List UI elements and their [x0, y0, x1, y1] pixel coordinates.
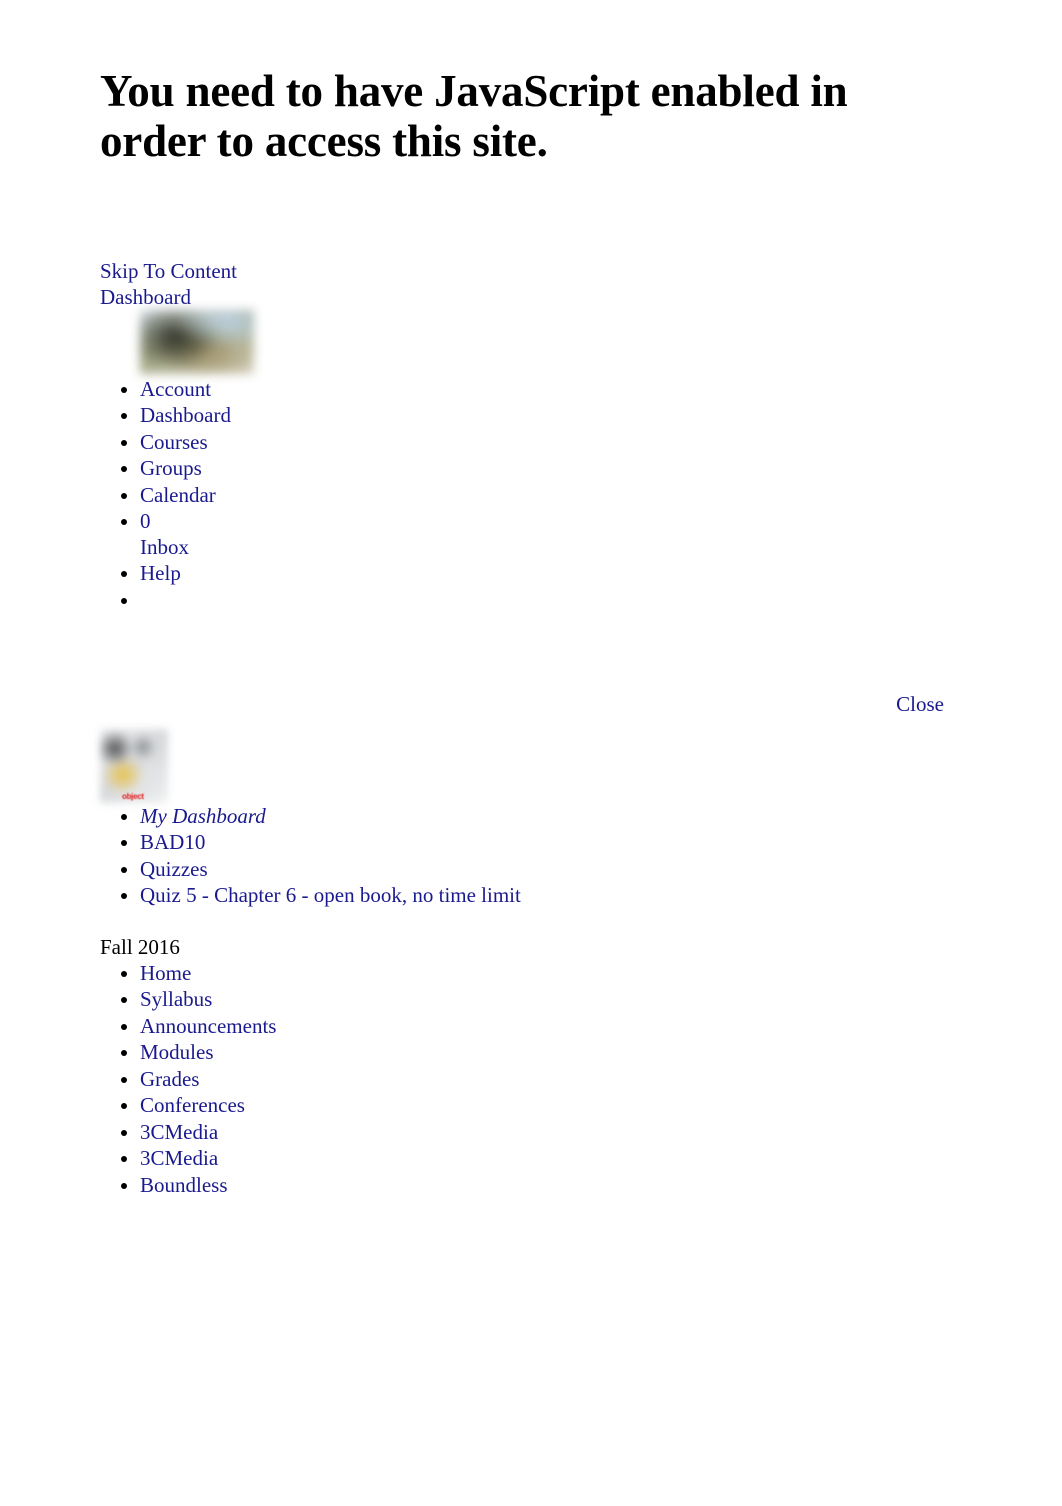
account-link[interactable]: Account	[140, 310, 962, 402]
nav-courses-link[interactable]: Courses	[140, 430, 208, 454]
avatar-image	[140, 310, 254, 374]
nav-item-account[interactable]: Account	[140, 310, 962, 402]
broken-object-image: object	[100, 728, 168, 803]
breadcrumb-quiz-link[interactable]: Quiz 5 - Chapter 6 - open book, no time …	[140, 883, 521, 907]
breadcrumb-quizzes-link[interactable]: Quizzes	[140, 857, 208, 881]
course-nav-item-conferences[interactable]: Conferences	[140, 1092, 962, 1119]
nav-groups-link[interactable]: Groups	[140, 456, 202, 480]
breadcrumb-course-link[interactable]: BAD10	[140, 830, 205, 854]
breadcrumb-item-quizzes[interactable]: Quizzes	[140, 856, 962, 883]
account-label: Account	[140, 377, 212, 401]
course-nav-item-3cmedia-1[interactable]: 3CMedia	[140, 1119, 962, 1146]
term-label: Fall 2016	[100, 934, 180, 959]
close-link[interactable]: Close	[896, 692, 944, 716]
object-placeholder-text: object	[122, 791, 144, 801]
course-syllabus-link[interactable]: Syllabus	[140, 987, 212, 1011]
course-nav-item-grades[interactable]: Grades	[140, 1066, 962, 1093]
empty-nav-list	[100, 587, 962, 613]
skip-to-content-link[interactable]: Skip To Content	[100, 258, 962, 284]
inbox-unread-count: 0	[140, 509, 151, 533]
inbox-label: Inbox	[140, 535, 189, 559]
nav-item-inbox[interactable]: 0 Inbox	[140, 508, 962, 560]
course-boundless-link[interactable]: Boundless	[140, 1173, 228, 1197]
nav-inbox-link[interactable]: 0 Inbox	[140, 508, 962, 560]
course-conferences-link[interactable]: Conferences	[140, 1093, 245, 1117]
course-3cmedia-link-2[interactable]: 3CMedia	[140, 1146, 218, 1170]
page-container: You need to have JavaScript enabled in o…	[0, 0, 1062, 1198]
dashboard-link[interactable]: Dashboard	[100, 284, 962, 310]
nav-item-courses[interactable]: Courses	[140, 429, 962, 456]
javascript-warning-heading: You need to have JavaScript enabled in o…	[100, 66, 848, 166]
breadcrumb-item-quiz[interactable]: Quiz 5 - Chapter 6 - open book, no time …	[140, 882, 962, 909]
empty-list-item	[140, 587, 962, 613]
breadcrumb: My Dashboard BAD10 Quizzes Quiz 5 - Chap…	[100, 803, 962, 909]
nav-item-groups[interactable]: Groups	[140, 455, 962, 482]
nav-item-calendar[interactable]: Calendar	[140, 482, 962, 509]
course-home-link[interactable]: Home	[140, 961, 191, 985]
breadcrumb-item-my-dashboard[interactable]: My Dashboard	[140, 803, 962, 830]
course-announcements-link[interactable]: Announcements	[140, 1014, 276, 1038]
course-grades-link[interactable]: Grades	[140, 1067, 199, 1091]
nav-dashboard-link[interactable]: Dashboard	[140, 403, 231, 427]
breadcrumb-my-dashboard-link[interactable]: My Dashboard	[140, 804, 266, 828]
course-nav-item-announcements[interactable]: Announcements	[140, 1013, 962, 1040]
course-nav: Home Syllabus Announcements Modules Grad…	[100, 960, 962, 1199]
course-nav-item-modules[interactable]: Modules	[140, 1039, 962, 1066]
course-3cmedia-link-1[interactable]: 3CMedia	[140, 1120, 218, 1144]
skip-links-block: Skip To Content Dashboard	[100, 258, 962, 310]
course-nav-item-syllabus[interactable]: Syllabus	[140, 986, 962, 1013]
breadcrumb-item-course[interactable]: BAD10	[140, 829, 962, 856]
close-row: Close	[100, 691, 962, 717]
course-modules-link[interactable]: Modules	[140, 1040, 214, 1064]
course-nav-item-boundless[interactable]: Boundless	[140, 1172, 962, 1199]
nav-help-link[interactable]: Help	[140, 561, 181, 585]
course-nav-item-home[interactable]: Home	[140, 960, 962, 987]
nav-item-dashboard[interactable]: Dashboard	[140, 402, 962, 429]
global-account-nav: Account Dashboard Courses Groups Calenda…	[100, 310, 962, 587]
course-nav-item-3cmedia-2[interactable]: 3CMedia	[140, 1145, 962, 1172]
nav-calendar-link[interactable]: Calendar	[140, 483, 216, 507]
nav-item-help[interactable]: Help	[140, 560, 962, 587]
